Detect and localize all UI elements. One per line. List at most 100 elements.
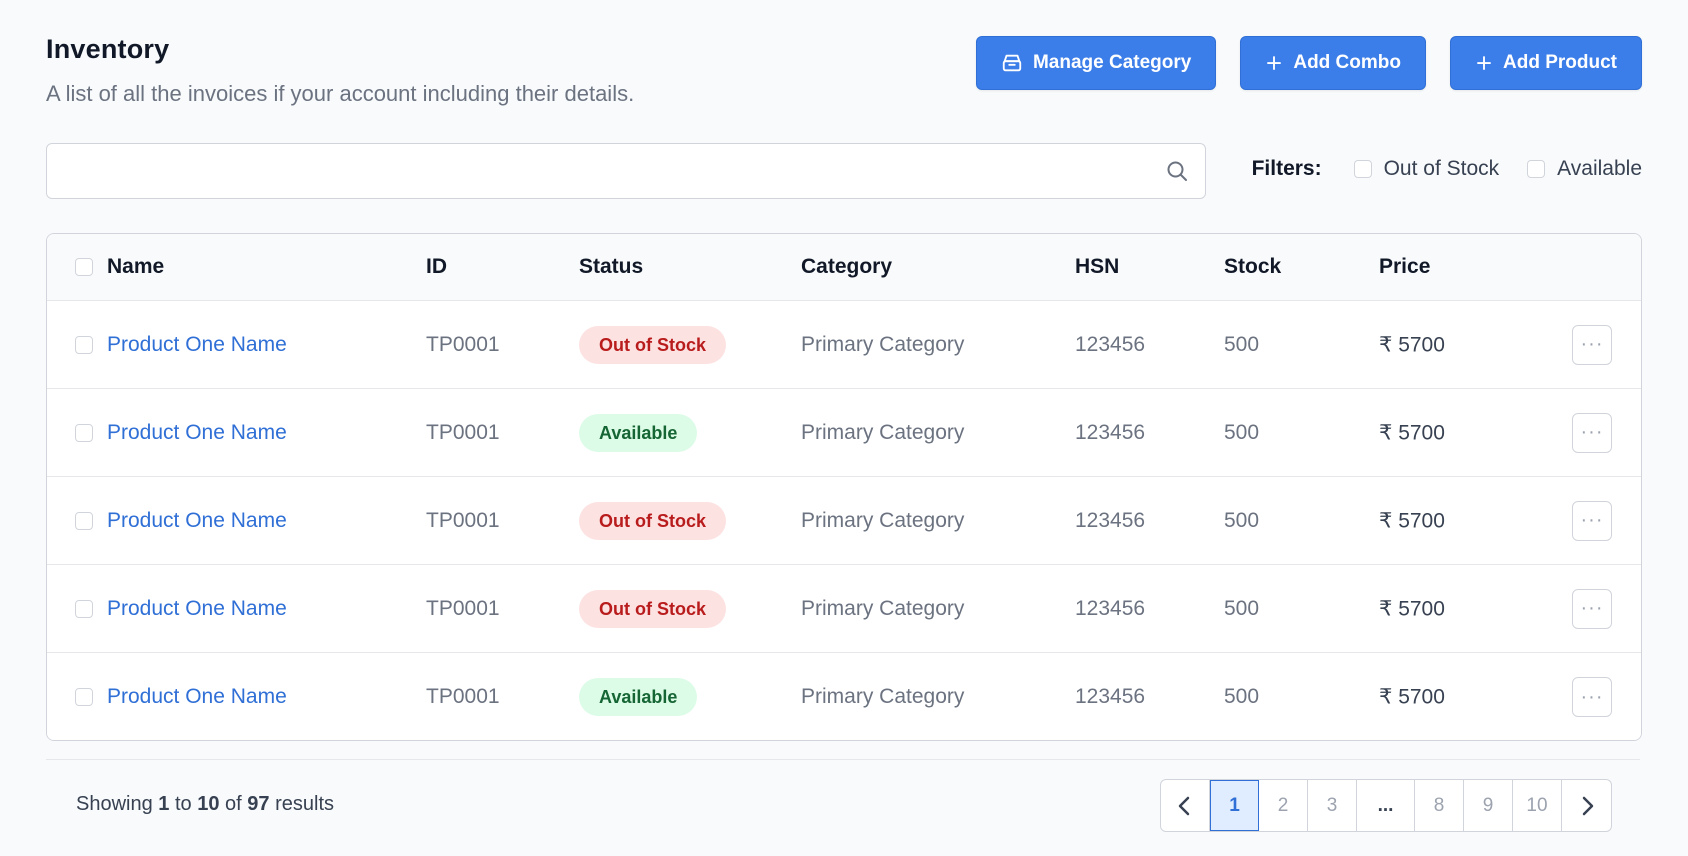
- product-category: Primary Category: [801, 508, 965, 532]
- pagination: 1 2 3 ... 8 9 10: [1160, 779, 1612, 832]
- page-button-3[interactable]: 3: [1308, 780, 1357, 831]
- row-checkbox[interactable]: [75, 599, 93, 618]
- results-to: 10: [197, 793, 220, 815]
- status-badge: Out of Stock: [579, 589, 726, 628]
- more-horizontal-icon: ···: [1580, 597, 1604, 619]
- column-header-hsn[interactable]: HSN: [1075, 255, 1119, 279]
- search-icon[interactable]: [1165, 159, 1189, 183]
- product-name-link[interactable]: Product One Name: [107, 597, 287, 621]
- page-subtitle: A list of all the invoices if your accou…: [46, 81, 635, 106]
- row-checkbox[interactable]: [75, 511, 93, 530]
- row-checkbox[interactable]: [75, 688, 93, 706]
- results-prefix: Showing: [76, 793, 153, 815]
- filter-out-of-stock-checkbox[interactable]: [1353, 160, 1372, 178]
- status-cell: Available: [579, 413, 698, 452]
- results-suffix: results: [275, 793, 334, 815]
- product-hsn: 123456: [1075, 508, 1146, 532]
- filter-available-checkbox[interactable]: [1527, 160, 1546, 178]
- previous-page-button[interactable]: [1161, 780, 1210, 831]
- product-name-link[interactable]: Product One Name: [107, 509, 287, 533]
- page-button-9[interactable]: 9: [1464, 780, 1513, 831]
- product-id: TP0001: [426, 420, 500, 444]
- column-header-name[interactable]: Name: [107, 255, 164, 279]
- product-price: ₹ 5700: [1379, 421, 1445, 444]
- table-row: Product One Name TP0001 Available Primar…: [47, 389, 1641, 477]
- results-total: 97: [247, 793, 270, 815]
- results-from: 1: [158, 793, 170, 815]
- product-category: Primary Category: [801, 420, 965, 444]
- row-more-options-button[interactable]: ···: [1572, 677, 1612, 717]
- status-cell: Available: [579, 678, 698, 716]
- column-header-id[interactable]: ID: [426, 255, 447, 279]
- row-more-options-button[interactable]: ···: [1572, 500, 1612, 541]
- product-hsn: 123456: [1075, 420, 1146, 444]
- product-category: Primary Category: [801, 685, 965, 708]
- filter-out-of-stock[interactable]: Out of Stock: [1353, 157, 1500, 181]
- results-of-word: of: [225, 793, 242, 815]
- column-header-category[interactable]: Category: [801, 255, 892, 279]
- column-header-price[interactable]: Price: [1379, 255, 1430, 279]
- page-button-2[interactable]: 2: [1259, 780, 1308, 831]
- page-title: Inventory: [46, 34, 170, 64]
- table-header: Name ID Status Category HSN Stock Price: [47, 234, 1641, 301]
- product-stock: 500: [1224, 420, 1260, 444]
- product-hsn: 123456: [1075, 332, 1146, 356]
- table-row: Product One Name TP0001 Available Primar…: [47, 653, 1641, 740]
- inventory-table: Name ID Status Category HSN Stock Price …: [46, 233, 1642, 741]
- add-product-button[interactable]: Add Product: [1450, 36, 1642, 90]
- product-id: TP0001: [426, 596, 500, 620]
- archive-icon: [1002, 54, 1022, 72]
- product-stock: 500: [1224, 508, 1260, 532]
- product-category: Primary Category: [801, 596, 965, 620]
- product-name-link[interactable]: Product One Name: [107, 685, 287, 709]
- next-page-button[interactable]: [1562, 780, 1611, 831]
- table-row: Product One Name TP0001 Out of Stock Pri…: [47, 565, 1641, 653]
- filters-bar: Filters: Out of Stock Available: [1252, 157, 1642, 181]
- product-id: TP0001: [426, 332, 500, 356]
- row-more-options-button[interactable]: ···: [1572, 588, 1612, 629]
- product-name-link[interactable]: Product One Name: [107, 421, 287, 445]
- status-badge: Available: [579, 413, 698, 452]
- page-button-1[interactable]: 1: [1210, 780, 1259, 831]
- header-actions: Manage Category Add Combo Add Product: [975, 36, 1642, 90]
- manage-category-button[interactable]: Manage Category: [975, 36, 1217, 90]
- product-price: ₹ 5700: [1379, 333, 1445, 356]
- filter-available[interactable]: Available: [1527, 157, 1642, 181]
- row-checkbox[interactable]: [75, 335, 93, 354]
- search-input[interactable]: [46, 143, 1206, 199]
- product-id: TP0001: [426, 508, 500, 532]
- table-row: Product One Name TP0001 Out of Stock Pri…: [47, 301, 1641, 389]
- product-stock: 500: [1224, 685, 1260, 708]
- plus-icon: [1267, 56, 1282, 70]
- select-all-checkbox[interactable]: [75, 258, 93, 276]
- status-badge: Out of Stock: [579, 501, 726, 540]
- add-combo-label: Add Combo: [1293, 52, 1401, 73]
- plus-icon: [1477, 56, 1491, 70]
- manage-category-label: Manage Category: [1032, 52, 1192, 73]
- product-stock: 500: [1224, 596, 1260, 620]
- column-header-stock[interactable]: Stock: [1224, 255, 1281, 279]
- more-horizontal-icon: ···: [1580, 509, 1604, 531]
- product-stock: 500: [1224, 332, 1260, 356]
- page-button-10[interactable]: 10: [1513, 780, 1562, 831]
- page-button-8[interactable]: 8: [1415, 780, 1464, 831]
- filters-label: Filters:: [1251, 157, 1322, 180]
- product-hsn: 123456: [1075, 596, 1146, 620]
- product-name-link[interactable]: Product One Name: [107, 333, 287, 357]
- status-badge: Available: [579, 678, 698, 716]
- filter-available-label: Available: [1557, 157, 1642, 180]
- results-summary: Showing 1 to 10 of 97 results: [76, 793, 334, 816]
- product-category: Primary Category: [801, 332, 965, 356]
- row-more-options-button[interactable]: ···: [1572, 324, 1612, 365]
- row-checkbox[interactable]: [75, 423, 93, 442]
- filter-out-of-stock-label: Out of Stock: [1383, 157, 1500, 180]
- chevron-left-icon: [1178, 796, 1190, 815]
- column-header-status[interactable]: Status: [579, 255, 643, 279]
- product-price: ₹ 5700: [1379, 597, 1445, 620]
- chevron-right-icon: [1582, 796, 1593, 815]
- product-price: ₹ 5700: [1379, 685, 1445, 709]
- row-more-options-button[interactable]: ···: [1572, 412, 1612, 453]
- more-horizontal-icon: ···: [1580, 333, 1604, 355]
- page-ellipsis: ...: [1357, 780, 1415, 831]
- add-combo-button[interactable]: Add Combo: [1240, 36, 1426, 90]
